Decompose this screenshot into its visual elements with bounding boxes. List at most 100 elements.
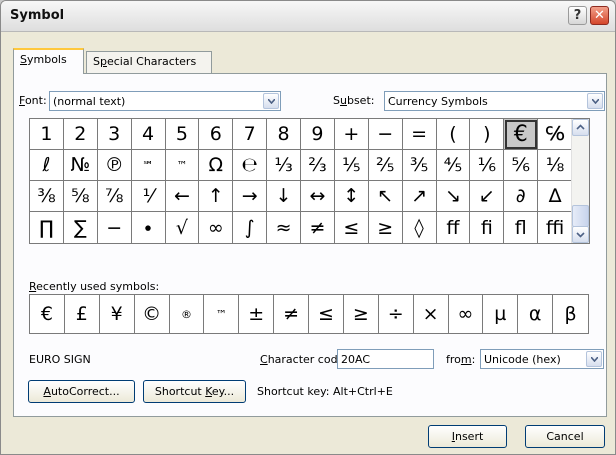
recent-symbol[interactable]: ® [170, 295, 205, 333]
recent-symbol[interactable]: ¥ [100, 295, 135, 333]
recent-symbol[interactable]: µ [483, 295, 519, 333]
symbol-cell[interactable]: ⅚ [504, 150, 539, 181]
symbol-cell[interactable]: ← [165, 181, 200, 212]
symbol-cell[interactable]: ↖ [368, 181, 403, 212]
recent-symbol[interactable]: ± [239, 295, 275, 333]
title-bar[interactable]: Symbol ? ✕ [1, 1, 615, 32]
recent-symbol[interactable]: ≥ [344, 295, 379, 333]
symbol-cell[interactable]: 8 [267, 119, 301, 150]
symbol-cell[interactable]: ℅ [538, 119, 572, 150]
symbol-cell[interactable]: 6 [199, 119, 234, 150]
chevron-down-icon[interactable] [586, 351, 602, 367]
symbol-cell[interactable]: ≠ [301, 212, 335, 243]
cancel-button[interactable]: Cancel [525, 425, 605, 448]
recent-symbol[interactable]: ™ [204, 295, 240, 333]
recent-symbol[interactable]: α [518, 295, 554, 333]
scroll-thumb[interactable] [572, 205, 589, 227]
recent-symbol[interactable]: € [30, 295, 65, 333]
symbol-cell[interactable]: → [233, 181, 268, 212]
symbol-cell[interactable]: ∞ [199, 212, 234, 243]
recent-symbol[interactable]: × [414, 295, 449, 333]
symbol-cell[interactable]: ⅙ [470, 150, 505, 181]
symbol-cell[interactable]: 5 [165, 119, 200, 150]
symbol-cell[interactable]: ⅔ [301, 150, 335, 181]
symbol-cell[interactable]: ⅛ [538, 150, 572, 181]
recent-symbol[interactable]: β [553, 295, 588, 333]
symbol-cell[interactable]: ⅜ [30, 181, 64, 212]
symbol-cell[interactable]: ↕ [334, 181, 369, 212]
symbol-cell[interactable]: ﬂ [504, 212, 539, 243]
symbol-cell[interactable]: ﬃ [538, 212, 572, 243]
symbol-cell[interactable]: 3 [97, 119, 132, 150]
symbol-cell[interactable]: ↔ [301, 181, 335, 212]
symbol-cell[interactable]: ⅘ [436, 150, 471, 181]
symbol-cell[interactable]: ⅕ [334, 150, 369, 181]
symbol-cell[interactable]: ↘ [436, 181, 471, 212]
recent-symbol[interactable]: £ [65, 295, 100, 333]
symbol-cell[interactable]: ↓ [267, 181, 301, 212]
character-code-input[interactable]: 20AC [337, 349, 434, 369]
symbol-cell[interactable]: ) [470, 119, 505, 150]
from-dropdown[interactable]: Unicode (hex) [480, 349, 604, 369]
recent-symbol[interactable]: ÷ [379, 295, 414, 333]
help-button[interactable]: ? [568, 6, 587, 25]
symbol-cell[interactable]: ⅗ [402, 150, 437, 181]
symbol-cell[interactable]: ℠ [131, 150, 166, 181]
symbol-cell[interactable]: 1 [30, 119, 64, 150]
symbol-cell[interactable]: ℗ [97, 150, 132, 181]
symbol-cell[interactable]: ↗ [402, 181, 437, 212]
close-button[interactable]: ✕ [590, 6, 609, 25]
symbol-cell[interactable]: 7 [233, 119, 268, 150]
symbol-cell[interactable]: ∙ [132, 212, 166, 243]
symbol-cell[interactable]: = [402, 119, 437, 150]
symbol-cell[interactable]: ⅓ [267, 150, 301, 181]
scroll-up-button[interactable] [572, 119, 589, 136]
symbol-cell[interactable]: ↑ [199, 181, 234, 212]
symbol-cell[interactable]: ⅟ [131, 181, 166, 212]
symbol-cell[interactable]: − [368, 119, 403, 150]
grid-scrollbar[interactable] [571, 119, 589, 243]
symbol-cell[interactable]: Ω [199, 150, 234, 181]
symbol-cell[interactable]: ↙ [470, 181, 505, 212]
scroll-down-button[interactable] [572, 226, 589, 243]
symbol-cell[interactable]: ∆ [538, 181, 572, 212]
recent-symbol[interactable]: ∞ [449, 295, 484, 333]
insert-button[interactable]: Insert [428, 425, 507, 448]
shortcut-key-button[interactable]: Shortcut Key... [143, 380, 246, 403]
symbol-cell[interactable]: 2 [63, 119, 98, 150]
symbol-cell[interactable]: ™ [165, 150, 200, 181]
symbol-cell[interactable]: ( [436, 119, 471, 150]
symbol-cell[interactable]: ◊ [403, 212, 437, 243]
symbol-cell[interactable]: ⅞ [97, 181, 132, 212]
symbol-cell[interactable]: + [334, 119, 369, 150]
symbol-cell[interactable]: ∑ [64, 212, 98, 243]
subset-dropdown[interactable]: Currency Symbols [384, 91, 605, 111]
chevron-down-icon[interactable] [263, 93, 279, 109]
recent-symbol[interactable]: © [135, 295, 170, 333]
symbol-cell[interactable]: ⅝ [63, 181, 98, 212]
symbol-cell[interactable]: ﬀ [437, 212, 471, 243]
symbol-cell[interactable]: 4 [131, 119, 166, 150]
symbol-cell[interactable]: ≈ [267, 212, 301, 243]
symbol-cell[interactable]: № [63, 150, 98, 181]
font-dropdown[interactable]: (normal text) [49, 91, 281, 111]
symbol-cell[interactable]: ≤ [335, 212, 369, 243]
symbol-cell[interactable]: − [98, 212, 132, 243]
symbol-cell[interactable]: √ [166, 212, 200, 243]
symbol-cell[interactable]: ∫ [233, 212, 268, 243]
symbol-cell[interactable]: ℓ [30, 150, 64, 181]
tab-symbols[interactable]: Symbols [13, 48, 84, 74]
symbol-cell[interactable]: ⅖ [368, 150, 403, 181]
symbol-cell[interactable]: ℮ [233, 150, 268, 181]
symbol-cell[interactable]: 9 [301, 119, 335, 150]
symbol-cell[interactable]: ﬁ [470, 212, 505, 243]
symbol-cell[interactable]: ≥ [369, 212, 403, 243]
symbol-cell[interactable]: ∏ [30, 212, 64, 243]
recent-symbol[interactable]: ≤ [309, 295, 344, 333]
chevron-down-icon[interactable] [587, 93, 603, 109]
recent-symbol[interactable]: ≠ [274, 295, 309, 333]
tab-special-characters[interactable]: Special Characters [86, 51, 212, 73]
autocorrect-button[interactable]: AutoCorrect... [28, 380, 135, 403]
symbol-cell[interactable]: € [504, 119, 539, 150]
symbol-cell[interactable]: ∂ [504, 181, 539, 212]
